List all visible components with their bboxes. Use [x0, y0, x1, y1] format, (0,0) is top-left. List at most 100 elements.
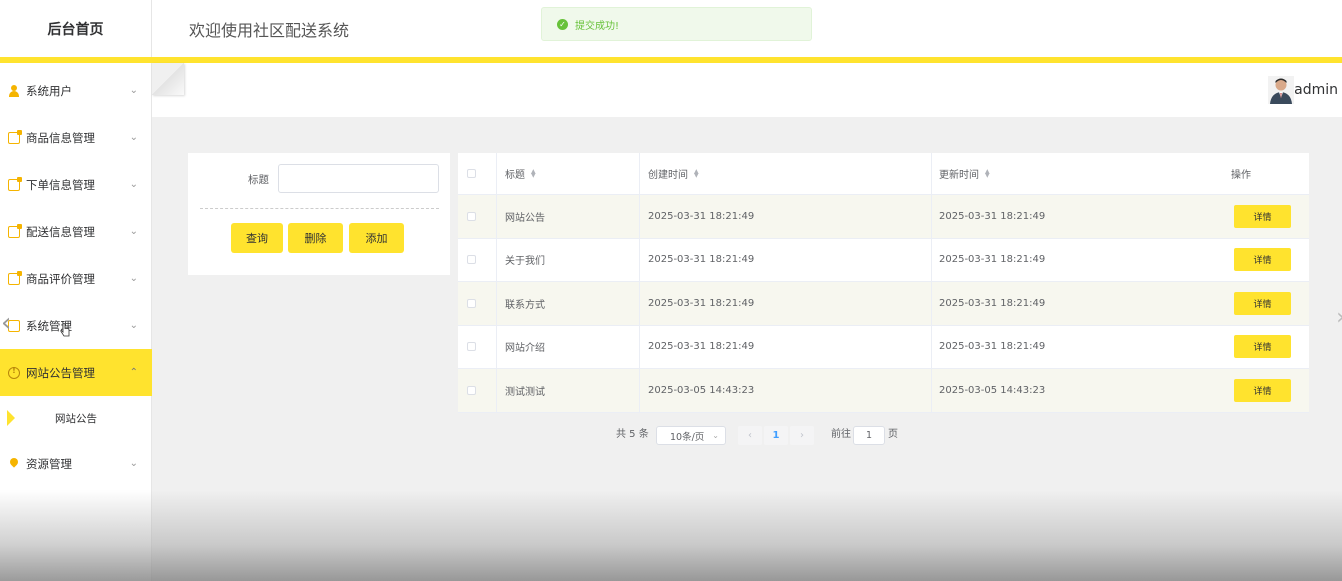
- row-checkbox[interactable]: [467, 211, 476, 221]
- sidebar-item-system-users[interactable]: 系统用户 ⌄: [0, 67, 152, 114]
- goto-prefix: 前往: [831, 429, 851, 440]
- goto-suffix: 页: [888, 429, 898, 440]
- sidebar-menu: 系统用户 ⌄ 商品信息管理 ⌄ 下单信息管理 ⌄ 配送信息管理 ⌄ 商品评价管理…: [0, 67, 152, 487]
- note-icon: [8, 223, 22, 238]
- sidebar-item-delivery-info[interactable]: 配送信息管理 ⌄: [0, 208, 152, 255]
- bottom-fade-overlay: [0, 490, 1342, 581]
- chevron-down-icon: ⌄: [129, 178, 138, 190]
- sidebar-subitem-label: 网站公告: [55, 412, 97, 425]
- add-button[interactable]: 添加: [349, 223, 404, 253]
- page-size-value: 10条/页: [670, 431, 705, 443]
- cell-created: 2025-03-31 18:21:49: [639, 238, 931, 281]
- page-size-select[interactable]: 10条/页 ⌄: [656, 426, 726, 445]
- announcement-table: 标题 ▲ ▼ 创建时间 ▲ ▼ 更新时间 ▲ ▼ 操作 网站公告 2025-03-31…: [458, 153, 1309, 413]
- cell-created: 2025-03-31 18:21:49: [639, 282, 931, 325]
- avatar[interactable]: [1268, 76, 1294, 104]
- sidebar-item-label: 下单信息管理: [26, 177, 95, 192]
- sidebar-item-product-info[interactable]: 商品信息管理 ⌄: [0, 114, 152, 161]
- query-button[interactable]: 查询: [231, 223, 283, 253]
- home-logo[interactable]: 后台首页: [0, 0, 151, 57]
- search-title-label: 标题: [248, 174, 269, 186]
- sidebar-item-product-review[interactable]: 商品评价管理 ⌄: [0, 255, 152, 302]
- cell-created: 2025-03-05 14:43:23: [639, 369, 931, 412]
- detail-button[interactable]: 详情: [1234, 335, 1291, 359]
- header-title[interactable]: 标题 ▲ ▼: [496, 153, 639, 194]
- sidebar-item-label: 资源管理: [26, 456, 72, 471]
- table-row: 网站公告 2025-03-31 18:21:49 2025-03-31 18:2…: [458, 195, 1309, 239]
- toast-message: 提交成功!: [575, 20, 620, 32]
- row-checkbox[interactable]: [467, 255, 476, 265]
- note-icon: [8, 129, 22, 144]
- goto-page-input[interactable]: 1: [853, 426, 885, 445]
- note-icon: [8, 176, 22, 191]
- pin-icon: [8, 458, 20, 470]
- sidebar-item-label: 商品评价管理: [26, 271, 95, 286]
- table-row: 测试测试 2025-03-05 14:43:23 2025-03-05 14:4…: [458, 369, 1309, 413]
- sidebar-item-announcement-management[interactable]: 网站公告管理 ⌃: [0, 349, 152, 396]
- search-title-input[interactable]: [278, 164, 439, 193]
- page-number-current[interactable]: 1: [764, 426, 788, 445]
- sidebar-item-label: 系统用户: [26, 83, 72, 98]
- cell-updated: 2025-03-31 18:21:49: [931, 325, 1223, 368]
- cell-title: 联系方式: [496, 282, 639, 325]
- chevron-down-icon: ⌄: [129, 272, 138, 284]
- cell-title: 网站介绍: [496, 325, 639, 368]
- top-bar: admin: [152, 63, 1342, 117]
- select-all-checkbox[interactable]: [467, 169, 476, 178]
- sort-icon[interactable]: ▲ ▼: [694, 168, 699, 178]
- header-updated[interactable]: 更新时间 ▲ ▼: [931, 153, 1223, 194]
- chevron-down-icon: ⌄: [129, 457, 138, 469]
- cell-created: 2025-03-31 18:21:49: [639, 325, 931, 368]
- success-toast: ✓ 提交成功!: [541, 7, 812, 41]
- header-updated-label: 更新时间: [939, 170, 979, 181]
- collapse-toggle-icon[interactable]: [152, 63, 184, 95]
- detail-button[interactable]: 详情: [1234, 204, 1291, 228]
- next-page-button[interactable]: ›: [790, 426, 814, 445]
- cell-updated: 2025-03-05 14:43:23: [931, 369, 1223, 412]
- cell-title: 测试测试: [496, 369, 639, 412]
- header-action-label: 操作: [1231, 170, 1251, 181]
- row-checkbox[interactable]: [467, 342, 476, 352]
- divider: [200, 208, 439, 209]
- cell-updated: 2025-03-31 18:21:49: [931, 282, 1223, 325]
- table-row: 关于我们 2025-03-31 18:21:49 2025-03-31 18:2…: [458, 238, 1309, 282]
- info-icon: [8, 366, 20, 379]
- select-all-cell: [467, 153, 476, 194]
- header-title-label: 标题: [505, 170, 525, 181]
- chevron-down-icon: ⌄: [129, 319, 138, 331]
- pagination-total: 共 5 条: [616, 429, 649, 440]
- cell-updated: 2025-03-31 18:21:49: [931, 195, 1223, 238]
- chevron-down-icon: ⌄: [712, 431, 719, 440]
- active-marker-icon: [7, 410, 15, 426]
- detail-button[interactable]: 详情: [1234, 248, 1291, 272]
- row-checkbox[interactable]: [467, 298, 476, 308]
- table-header-row: 标题 ▲ ▼ 创建时间 ▲ ▼ 更新时间 ▲ ▼ 操作: [458, 153, 1309, 195]
- chevron-right-icon[interactable]: ›: [1336, 305, 1342, 330]
- cell-title: 网站公告: [496, 195, 639, 238]
- sidebar-item-label: 网站公告管理: [26, 365, 95, 380]
- detail-button[interactable]: 详情: [1234, 291, 1291, 315]
- delete-button[interactable]: 删除: [288, 223, 343, 253]
- row-checkbox[interactable]: [467, 385, 476, 395]
- detail-button[interactable]: 详情: [1234, 378, 1291, 402]
- chevron-down-icon: ⌄: [129, 131, 138, 143]
- mouse-cursor-icon: [60, 323, 70, 337]
- prev-page-button[interactable]: ‹: [738, 426, 762, 445]
- chevron-down-icon: ⌄: [129, 225, 138, 237]
- sidebar-item-system-management[interactable]: 系统管理 ⌄: [0, 302, 152, 349]
- header-created-label: 创建时间: [648, 170, 688, 181]
- page-title: 欢迎使用社区配送系统: [189, 21, 350, 40]
- username[interactable]: admin: [1294, 82, 1338, 98]
- sidebar-item-label: 配送信息管理: [26, 224, 95, 239]
- header-action: 操作: [1231, 153, 1251, 194]
- sidebar-item-label: 商品信息管理: [26, 130, 95, 145]
- header-created[interactable]: 创建时间 ▲ ▼: [639, 153, 931, 194]
- sidebar-item-order-info[interactable]: 下单信息管理 ⌄: [0, 161, 152, 208]
- sort-icon[interactable]: ▲ ▼: [531, 168, 536, 178]
- sidebar-item-resource-management[interactable]: 资源管理 ⌄: [0, 440, 152, 487]
- chevron-up-icon: ⌃: [129, 366, 138, 378]
- sort-icon[interactable]: ▲ ▼: [985, 168, 990, 178]
- chevron-down-icon: ⌄: [129, 84, 138, 96]
- chevron-left-icon[interactable]: ‹: [1, 308, 11, 338]
- sidebar-subitem-announcement[interactable]: 网站公告: [0, 396, 152, 440]
